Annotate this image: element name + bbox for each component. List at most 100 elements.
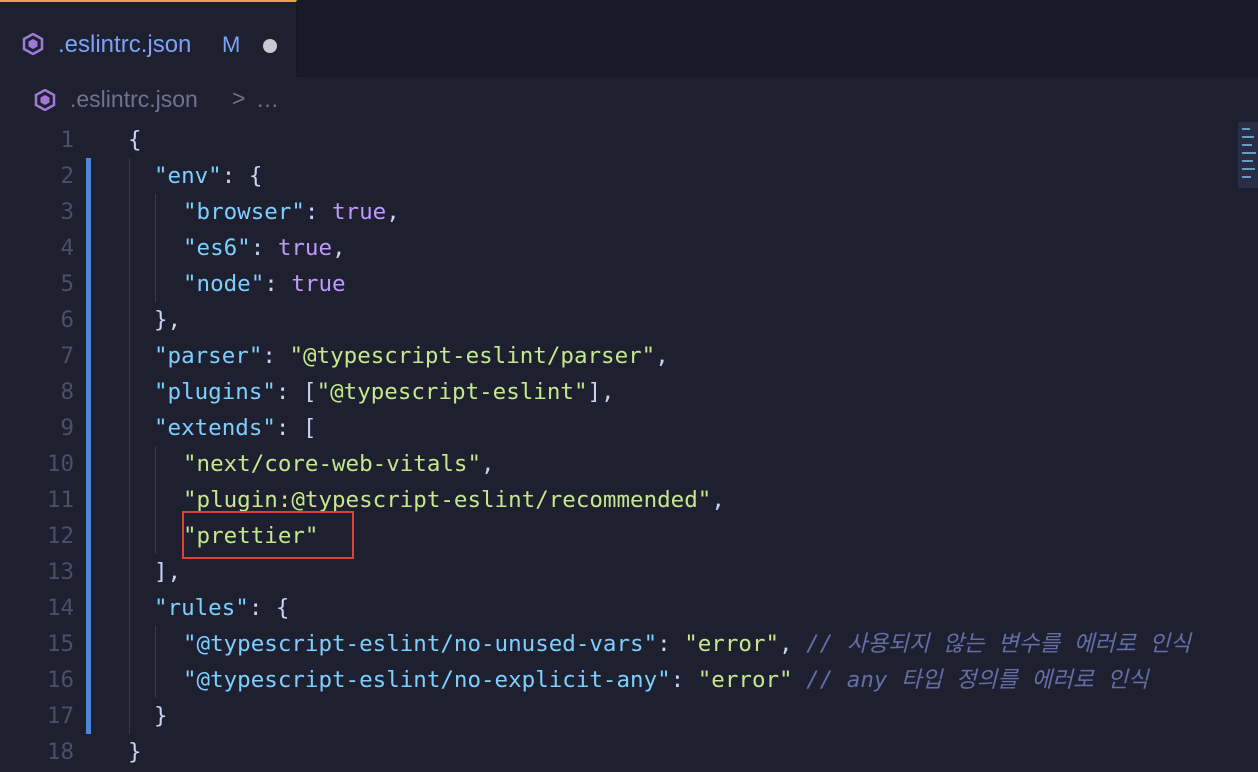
code-token: ], xyxy=(587,379,615,405)
code-token: : xyxy=(304,199,333,225)
code-line[interactable]: 4 "es6": true, xyxy=(0,230,1238,266)
code-content: "@typescript-eslint/no-unused-vars": "er… xyxy=(183,626,1191,662)
tab-bar: .eslintrc.json M xyxy=(0,0,1258,77)
line-number: 11 xyxy=(46,487,74,513)
unsaved-dot-icon[interactable] xyxy=(263,39,277,53)
code-token: : { xyxy=(221,163,263,189)
code-token: "node" xyxy=(183,271,265,297)
breadcrumb-file[interactable]: .eslintrc.json xyxy=(70,86,198,113)
code-token: "env" xyxy=(154,163,222,189)
code-token: } xyxy=(128,739,142,765)
code-line[interactable]: 3 "browser": true, xyxy=(0,194,1238,230)
git-modified-gutter-marker[interactable] xyxy=(86,410,91,446)
git-modified-gutter-marker[interactable] xyxy=(86,230,91,266)
code-content: "@typescript-eslint/no-explicit-any": "e… xyxy=(183,662,1149,698)
annotation-highlight-box xyxy=(182,511,354,559)
git-modified-gutter-marker[interactable] xyxy=(86,698,91,734)
line-number: 7 xyxy=(60,343,74,369)
line-number: 3 xyxy=(60,199,74,225)
code-token: "browser" xyxy=(183,199,305,225)
eslint-icon xyxy=(22,33,44,55)
line-number: 5 xyxy=(60,271,74,297)
git-modified-gutter-marker[interactable] xyxy=(86,662,91,698)
code-content: ], xyxy=(154,554,181,590)
code-token: : { xyxy=(248,595,290,621)
tab-filename: .eslintrc.json xyxy=(58,31,192,58)
git-modified-gutter-marker[interactable] xyxy=(86,554,91,590)
line-number: 1 xyxy=(60,127,74,153)
code-token: "@typescript-eslint" xyxy=(316,379,588,405)
code-token: , xyxy=(481,451,495,477)
code-token: "@typescript-eslint/no-explicit-any" xyxy=(183,667,671,693)
code-content: "parser": "@typescript-eslint/parser", xyxy=(154,338,669,374)
code-content: } xyxy=(154,698,168,734)
line-number: 2 xyxy=(60,163,74,189)
code-token: "parser" xyxy=(154,343,263,369)
git-modified-gutter-marker[interactable] xyxy=(86,194,91,230)
code-token: "@typescript-eslint/no-unused-vars" xyxy=(183,631,658,657)
code-content: } xyxy=(128,734,142,770)
line-number: 8 xyxy=(60,379,74,405)
code-content: "plugins": ["@typescript-eslint"], xyxy=(154,374,615,410)
code-line[interactable]: 6}, xyxy=(0,302,1238,338)
breadcrumb: .eslintrc.json > … xyxy=(0,78,1258,124)
git-modified-badge: M xyxy=(222,32,241,57)
code-content: "es6": true, xyxy=(183,230,346,266)
git-modified-gutter-marker[interactable] xyxy=(86,374,91,410)
code-token: : xyxy=(264,271,292,297)
code-token: // any 타입 정의를 에러로 인식 xyxy=(806,667,1149,693)
indent-guide xyxy=(155,194,156,302)
line-number: 9 xyxy=(60,415,74,441)
code-line[interactable]: 10 "next/core-web-vitals", xyxy=(0,446,1238,482)
code-content: "browser": true, xyxy=(183,194,400,230)
code-content: "next/core-web-vitals", xyxy=(183,446,495,482)
code-content: "rules": { xyxy=(154,590,289,626)
code-line[interactable]: 5 "node": true xyxy=(0,266,1238,302)
code-content: "env": { xyxy=(154,158,262,194)
code-line[interactable]: 9 "extends": [ xyxy=(0,410,1238,446)
code-token: }, xyxy=(154,307,182,333)
code-line[interactable]: 16 "@typescript-eslint/no-explicit-any": … xyxy=(0,662,1238,698)
git-modified-gutter-marker[interactable] xyxy=(86,338,91,374)
line-number: 6 xyxy=(60,307,74,333)
code-token: : [ xyxy=(275,379,317,405)
code-content: "node": true xyxy=(183,266,346,302)
code-line[interactable]: 8 "plugins": ["@typescript-eslint"], xyxy=(0,374,1238,410)
code-token: "plugins" xyxy=(154,379,276,405)
chevron-right-icon: > xyxy=(232,85,246,111)
code-token: "error" xyxy=(684,631,780,657)
git-modified-gutter-marker[interactable] xyxy=(86,518,91,554)
code-token: "extends" xyxy=(154,415,276,441)
code-line[interactable]: 15 "@typescript-eslint/no-unused-vars": "… xyxy=(0,626,1238,662)
line-number: 16 xyxy=(46,667,74,693)
git-modified-gutter-marker[interactable] xyxy=(86,626,91,662)
tab-eslintrc[interactable]: .eslintrc.json M xyxy=(0,0,297,77)
code-line[interactable]: 18} xyxy=(0,734,1238,770)
code-token: // 사용되지 않는 변수를 에러로 인식 xyxy=(806,631,1191,657)
code-line[interactable]: 1{ xyxy=(0,122,1238,158)
git-modified-gutter-marker[interactable] xyxy=(86,266,91,302)
code-token: "rules" xyxy=(154,595,249,621)
git-modified-gutter-marker[interactable] xyxy=(86,302,91,338)
code-token: "error" xyxy=(697,667,793,693)
code-line[interactable]: 13], xyxy=(0,554,1238,590)
code-editor[interactable]: 1{2 "env": {3 "browser": true, 4 "es6": true… xyxy=(0,122,1258,772)
git-modified-gutter-marker[interactable] xyxy=(86,482,91,518)
code-token: : xyxy=(262,343,290,369)
code-line[interactable]: 7 "parser": "@typescript-eslint/parser", xyxy=(0,338,1238,374)
breadcrumb-symbol[interactable]: … xyxy=(256,86,279,113)
code-token: , xyxy=(332,235,346,261)
git-modified-gutter-marker[interactable] xyxy=(86,446,91,482)
code-line[interactable]: 14 "rules": { xyxy=(0,590,1238,626)
line-number: 10 xyxy=(46,451,74,477)
code-content: { xyxy=(128,122,142,158)
git-modified-gutter-marker[interactable] xyxy=(86,158,91,194)
code-line[interactable]: 17} xyxy=(0,698,1238,734)
git-modified-gutter-marker[interactable] xyxy=(86,590,91,626)
code-token: , xyxy=(655,343,669,369)
indent-guide xyxy=(155,446,156,554)
code-line[interactable]: 2 "env": { xyxy=(0,158,1238,194)
minimap[interactable] xyxy=(1238,122,1258,188)
line-number: 4 xyxy=(60,235,74,261)
